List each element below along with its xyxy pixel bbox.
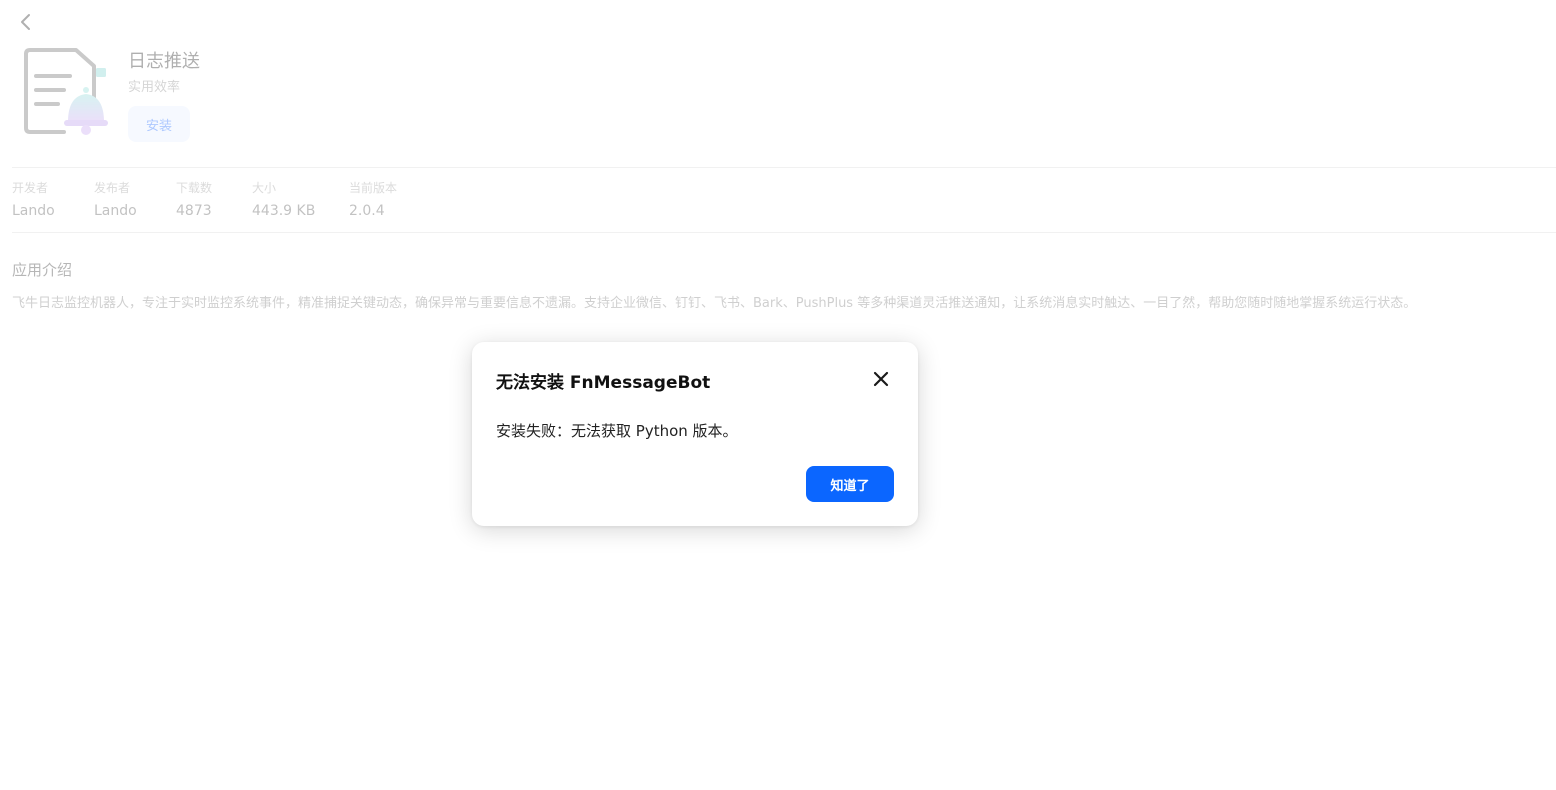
- app-detail-page: 日志推送 实用效率 安装 开发者 Lando 发布者 Lando 下载数 487…: [0, 0, 1556, 790]
- back-button[interactable]: [14, 10, 38, 34]
- intro-text: 飞牛日志监控机器人，专注于实时监控系统事件，精准捕捉关键动态，确保异常与重要信息…: [12, 296, 1417, 311]
- divider: [12, 232, 1556, 233]
- log-bell-icon: [18, 44, 114, 140]
- meta-label: 发布者: [94, 181, 131, 195]
- ok-button[interactable]: 知道了: [806, 466, 894, 502]
- meta-value: 443.9 KB: [252, 203, 316, 219]
- meta-label: 大小: [252, 181, 277, 195]
- meta-value: 2.0.4: [349, 203, 385, 219]
- app-category: 实用效率: [128, 80, 181, 95]
- meta-developer: 开发者 Lando: [12, 180, 55, 220]
- dialog-close-button[interactable]: [870, 368, 892, 390]
- meta-label: 开发者: [12, 181, 49, 195]
- meta-value: Lando: [94, 203, 137, 219]
- divider: [12, 167, 1556, 168]
- meta-version: 当前版本 2.0.4: [349, 180, 397, 220]
- meta-value: 4873: [176, 203, 212, 219]
- dialog-message: 安装失败：无法获取 Python 版本。: [496, 422, 738, 440]
- meta-value: Lando: [12, 203, 55, 219]
- meta-publisher: 发布者 Lando: [94, 180, 137, 220]
- app-name: 日志推送: [128, 51, 200, 72]
- install-button[interactable]: 安装: [128, 106, 190, 142]
- meta-downloads: 下载数 4873: [176, 180, 212, 220]
- meta-label: 下载数: [176, 181, 213, 195]
- meta-size: 大小 443.9 KB: [252, 180, 315, 220]
- meta-label: 当前版本: [349, 181, 398, 195]
- chevron-left-icon: [21, 14, 30, 30]
- intro-title: 应用介绍: [12, 261, 73, 279]
- close-icon: [873, 371, 889, 387]
- install-error-dialog: 无法安装 FnMessageBot 安装失败：无法获取 Python 版本。 知…: [472, 342, 918, 526]
- dialog-title: 无法安装 FnMessageBot: [496, 373, 711, 393]
